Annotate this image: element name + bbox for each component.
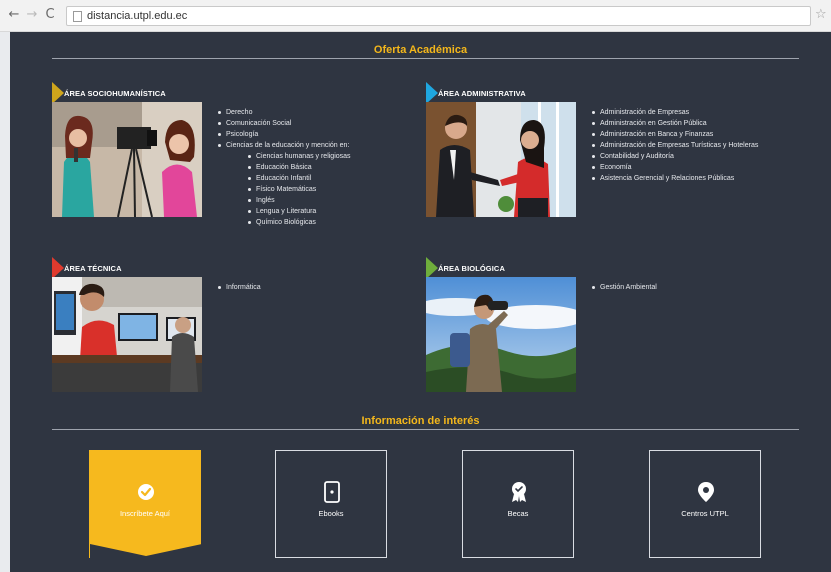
card-label: Ebooks bbox=[318, 509, 344, 518]
area-image-sociohumanistica[interactable] bbox=[52, 102, 202, 217]
program-item[interactable]: Contabilidad y Auditoría bbox=[592, 151, 758, 162]
url-text[interactable]: distancia.utpl.edu.ec bbox=[87, 10, 187, 22]
program-subitem[interactable]: Físico Matemáticas bbox=[218, 184, 351, 195]
card-centros[interactable]: Centros UTPL bbox=[649, 450, 761, 558]
program-item[interactable]: Administración en Banca y Finanzas bbox=[592, 129, 758, 140]
oferta-divider bbox=[52, 58, 799, 59]
program-list: Informática bbox=[218, 282, 261, 293]
program-item[interactable]: Administración de Empresas Turísticas y … bbox=[592, 140, 758, 151]
program-item[interactable]: Comunicación Social bbox=[218, 118, 351, 129]
program-item[interactable]: Asistencia Gerencial y Relaciones Públic… bbox=[592, 173, 758, 184]
area-biologica[interactable]: ÁREA BIOLÓGICA Gestión Ambiental bbox=[426, 257, 786, 407]
info-title: Información de interés bbox=[361, 415, 480, 427]
area-flag-icon bbox=[52, 257, 64, 279]
program-item[interactable]: Ciencias de la educación y mención en: bbox=[218, 140, 351, 151]
card-label: Centros UTPL bbox=[681, 509, 729, 518]
area-image-tecnica[interactable] bbox=[52, 277, 202, 392]
area-title: ÁREA SOCIOHUMANÍSTICA bbox=[64, 89, 166, 98]
address-bar[interactable]: distancia.utpl.edu.ec bbox=[66, 6, 811, 26]
reload-icon[interactable]: C bbox=[42, 7, 58, 23]
area-image-biologica[interactable] bbox=[426, 277, 576, 392]
area-title: ÁREA TÉCNICA bbox=[64, 264, 122, 273]
check-badge-icon bbox=[136, 481, 156, 503]
program-list: Gestión Ambiental bbox=[592, 282, 657, 293]
area-header: ÁREA TÉCNICA bbox=[52, 257, 352, 279]
card-becas[interactable]: Becas bbox=[462, 450, 574, 558]
card-label: Becas bbox=[507, 509, 529, 518]
info-divider bbox=[52, 429, 799, 430]
bookmark-star-icon[interactable]: ☆ bbox=[815, 7, 827, 22]
program-subitem[interactable]: Educación Infantil bbox=[218, 173, 351, 184]
area-title: ÁREA ADMINISTRATIVA bbox=[438, 89, 526, 98]
program-item[interactable]: Derecho bbox=[218, 107, 351, 118]
area-title: ÁREA BIOLÓGICA bbox=[438, 264, 505, 273]
award-icon bbox=[509, 481, 529, 503]
card-inscribete[interactable]: Inscríbete Aquí bbox=[89, 450, 202, 558]
program-item[interactable]: Economía bbox=[592, 162, 758, 173]
card-chevron bbox=[90, 544, 202, 558]
program-item[interactable]: Administración en Gestión Pública bbox=[592, 118, 758, 129]
program-subitem[interactable]: Ciencias humanas y religiosas bbox=[218, 151, 351, 162]
page-content: Oferta Académica ÁREA SOCIOHUMANÍSTICA D… bbox=[10, 32, 831, 572]
program-item[interactable]: Psicología bbox=[218, 129, 351, 140]
program-subitem[interactable]: Químico Biológicas bbox=[218, 217, 351, 228]
oferta-title: Oferta Académica bbox=[373, 44, 468, 56]
program-list: Administración de Empresas Administración… bbox=[592, 107, 758, 184]
area-image-administrativa[interactable] bbox=[426, 102, 576, 217]
back-arrow-icon[interactable]: ← bbox=[6, 7, 22, 23]
area-tecnica[interactable]: ÁREA TÉCNICA Informática bbox=[52, 257, 412, 407]
program-subitem[interactable]: Inglés bbox=[218, 195, 351, 206]
area-flag-icon bbox=[426, 82, 438, 104]
browser-toolbar: ← → C distancia.utpl.edu.ec ☆ bbox=[0, 0, 831, 32]
program-item[interactable]: Informática bbox=[218, 282, 261, 293]
program-subitem[interactable]: Educación Básica bbox=[218, 162, 351, 173]
forward-arrow-icon[interactable]: → bbox=[24, 7, 40, 23]
area-header: ÁREA SOCIOHUMANÍSTICA bbox=[52, 82, 352, 104]
area-flag-icon bbox=[52, 82, 64, 104]
card-label: Inscríbete Aquí bbox=[119, 509, 171, 518]
program-list: Derecho Comunicación Social Psicología Cien… bbox=[218, 107, 351, 228]
card-ebooks[interactable]: Ebooks bbox=[275, 450, 387, 558]
area-header: ÁREA ADMINISTRATIVA bbox=[426, 82, 726, 104]
area-flag-icon bbox=[426, 257, 438, 279]
location-pin-icon bbox=[696, 481, 716, 503]
area-administrativa[interactable]: ÁREA ADMINISTRATIVA Administración de Em… bbox=[426, 82, 826, 242]
program-subitem[interactable]: Lengua y Literatura bbox=[218, 206, 351, 217]
tablet-icon bbox=[322, 481, 342, 503]
program-item[interactable]: Gestión Ambiental bbox=[592, 282, 657, 293]
area-sociohumanistica[interactable]: ÁREA SOCIOHUMANÍSTICA Derecho Comunicaci… bbox=[52, 82, 412, 242]
program-item[interactable]: Administración de Empresas bbox=[592, 107, 758, 118]
area-header: ÁREA BIOLÓGICA bbox=[426, 257, 726, 279]
page-icon bbox=[73, 11, 82, 22]
